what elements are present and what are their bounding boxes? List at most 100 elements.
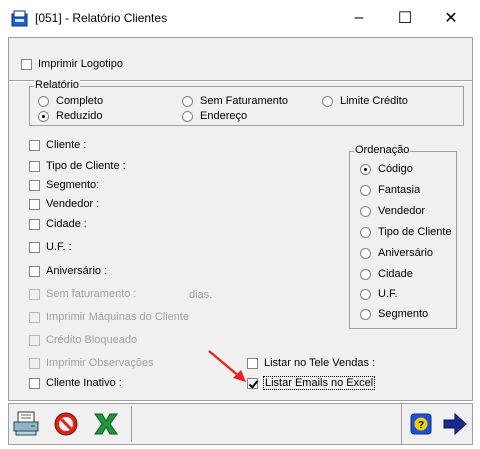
printer-icon — [13, 411, 39, 436]
radio-dot[interactable] — [322, 95, 333, 107]
ordenacao-group-title: Ordenação — [354, 144, 411, 156]
cidade-label: Cidade : — [46, 218, 87, 230]
listar-emails-excel-label: Listar Emails no Excel — [262, 376, 376, 390]
relatorio-group: Relatório Completo Sem Faturamento Limit… — [29, 79, 464, 126]
imprimir-logotipo-checkbox[interactable]: Imprimir Logotipo — [21, 58, 123, 70]
relatorio-limite-credito-label: Limite Crédito — [340, 95, 408, 107]
radio-dot-selected[interactable] — [38, 110, 49, 122]
checkbox-box[interactable] — [29, 377, 40, 389]
checkbox-box[interactable] — [21, 58, 32, 70]
uf-label: U.F. : — [46, 241, 72, 253]
checkbox-box[interactable] — [29, 334, 40, 346]
radio-dot[interactable] — [360, 184, 371, 196]
annotation-arrow-icon — [208, 350, 246, 382]
sem-faturamento-label: Sem faturamento : — [46, 288, 137, 300]
tipo-cliente-checkbox[interactable]: Tipo de Cliente : — [29, 160, 126, 172]
credito-bloqueado-checkbox[interactable]: Crédito Bloqueado — [29, 334, 137, 346]
credito-bloqueado-label: Crédito Bloqueado — [46, 334, 138, 346]
checkbox-box[interactable] — [29, 288, 40, 300]
imprimir-observacoes-checkbox[interactable]: Imprimir Observações — [29, 357, 154, 369]
minimize-button[interactable]: – — [336, 4, 382, 32]
close-button[interactable]: ✕ — [428, 4, 474, 32]
checkbox-box[interactable] — [29, 160, 40, 172]
cancel-button[interactable] — [49, 407, 83, 441]
radio-dot[interactable] — [38, 95, 49, 107]
svg-text:?: ? — [418, 420, 424, 431]
radio-dot[interactable] — [182, 110, 193, 122]
vendedor-label: Vendedor : — [46, 198, 100, 210]
sem-faturamento-checkbox[interactable]: Sem faturamento : — [29, 288, 137, 300]
ordenacao-vendedor-radio[interactable]: Vendedor — [360, 205, 425, 217]
radio-dot[interactable] — [360, 226, 371, 238]
listar-emails-excel-checkbox[interactable]: Listar Emails no Excel — [247, 376, 376, 390]
checkbox-box[interactable] — [29, 265, 40, 277]
ordenacao-group: Ordenação Código Fantasia Vendedor Tipo … — [349, 144, 457, 329]
listar-tele-vendas-checkbox[interactable]: Listar no Tele Vendas : — [247, 357, 375, 369]
cliente-inativo-checkbox[interactable]: Cliente Inativo : — [29, 377, 122, 389]
uf-checkbox[interactable]: U.F. : — [29, 241, 72, 253]
window-title: [051] - Relatório Clientes — [35, 11, 168, 25]
title-bar: [051] - Relatório Clientes – ☐ ✕ — [0, 0, 480, 36]
checkbox-box[interactable] — [29, 311, 40, 323]
app-icon — [11, 10, 28, 27]
cidade-checkbox[interactable]: Cidade : — [29, 218, 87, 230]
ordenacao-segmento-label: Segmento — [378, 308, 429, 320]
export-excel-button[interactable] — [89, 407, 123, 441]
ordenacao-tipo-cliente-radio[interactable]: Tipo de Cliente — [360, 226, 452, 238]
next-arrow-icon — [443, 412, 467, 436]
imprimir-observacoes-label: Imprimir Observações — [46, 357, 154, 369]
next-button[interactable] — [438, 407, 472, 441]
ordenacao-cidade-radio[interactable]: Cidade — [360, 268, 413, 280]
ordenacao-segmento-radio[interactable]: Segmento — [360, 308, 428, 320]
relatorio-endereco-radio[interactable]: Endereço — [182, 110, 247, 122]
radio-dot[interactable] — [360, 247, 371, 259]
radio-dot-selected[interactable] — [360, 163, 371, 175]
radio-dot[interactable] — [360, 288, 371, 300]
radio-dot[interactable] — [182, 95, 193, 107]
imprimir-maquinas-checkbox[interactable]: Imprimir Máquinas do Cliente — [29, 311, 189, 323]
ordenacao-fantasia-radio[interactable]: Fantasia — [360, 184, 420, 196]
checkbox-box[interactable] — [29, 179, 40, 191]
bottom-toolbar: ? — [8, 403, 473, 445]
print-button[interactable] — [9, 407, 43, 441]
ordenacao-tipo-cliente-label: Tipo de Cliente — [378, 226, 452, 238]
dias-label: dias. — [189, 289, 213, 301]
ordenacao-codigo-label: Código — [378, 163, 413, 175]
segmento-checkbox[interactable]: Segmento: — [29, 179, 99, 191]
relatorio-endereco-label: Endereço — [200, 110, 248, 122]
toolbar-separator — [131, 406, 132, 442]
checkbox-box[interactable] — [29, 218, 40, 230]
help-button[interactable]: ? — [404, 407, 438, 441]
cliente-checkbox[interactable]: Cliente : — [29, 139, 86, 151]
aniversario-label: Aniversário : — [46, 265, 108, 277]
checkbox-box[interactable] — [29, 241, 40, 253]
help-icon: ? — [410, 413, 432, 435]
checkbox-box[interactable] — [29, 198, 40, 210]
ordenacao-aniversario-label: Aniversário — [378, 247, 434, 259]
vendedor-checkbox[interactable]: Vendedor : — [29, 198, 99, 210]
checkbox-box[interactable] — [29, 139, 40, 151]
imprimir-logotipo-label: Imprimir Logotipo — [38, 58, 123, 70]
checkbox-box[interactable] — [29, 357, 40, 369]
relatorio-limite-credito-radio[interactable]: Limite Crédito — [322, 95, 408, 107]
ordenacao-uf-radio[interactable]: U.F. — [360, 288, 398, 300]
listar-tele-vendas-label: Listar no Tele Vendas : — [264, 357, 376, 369]
aniversario-checkbox[interactable]: Aniversário : — [29, 265, 107, 277]
relatorio-sem-faturamento-label: Sem Faturamento — [200, 95, 289, 107]
ordenacao-vendedor-label: Vendedor — [378, 205, 426, 217]
radio-dot[interactable] — [360, 308, 371, 320]
radio-dot[interactable] — [360, 205, 371, 217]
radio-dot[interactable] — [360, 268, 371, 280]
toolbar-right-panel: ? — [401, 404, 473, 444]
ordenacao-codigo-radio[interactable]: Código — [360, 163, 413, 175]
cancel-icon — [54, 412, 78, 436]
excel-icon — [94, 413, 118, 435]
maximize-button[interactable]: ☐ — [382, 4, 428, 32]
ordenacao-uf-label: U.F. — [378, 288, 398, 300]
relatorio-completo-radio[interactable]: Completo — [38, 95, 103, 107]
relatorio-sem-faturamento-radio[interactable]: Sem Faturamento — [182, 95, 288, 107]
tipo-cliente-label: Tipo de Cliente : — [46, 160, 126, 172]
ordenacao-aniversario-radio[interactable]: Aniversário — [360, 247, 433, 259]
ordenacao-fantasia-label: Fantasia — [378, 184, 421, 196]
relatorio-reduzido-radio[interactable]: Reduzido — [38, 110, 102, 122]
